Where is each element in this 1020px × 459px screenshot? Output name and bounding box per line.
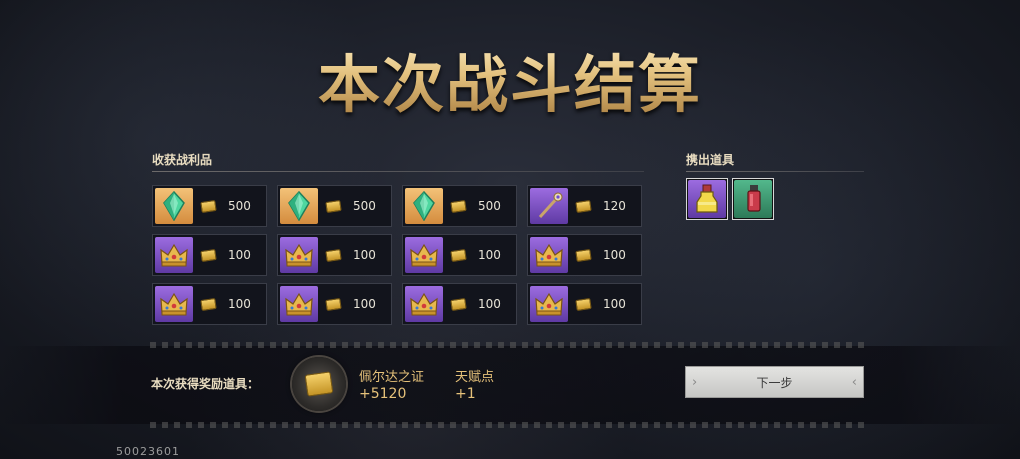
crown-icon bbox=[280, 286, 318, 322]
loot-amount: 100 bbox=[603, 248, 626, 262]
reward-value-2: +1 bbox=[455, 386, 476, 402]
loot-item[interactable]: 100 bbox=[402, 283, 517, 325]
ticket-icon bbox=[575, 199, 592, 213]
dropped-item[interactable] bbox=[686, 178, 728, 220]
dropped-divider bbox=[686, 171, 864, 172]
loot-item[interactable]: 120 bbox=[527, 185, 642, 227]
loot-item[interactable]: 100 bbox=[527, 234, 642, 276]
chevron-right-icon: › bbox=[692, 375, 698, 390]
potion-icon bbox=[688, 180, 726, 218]
loot-amount: 100 bbox=[353, 248, 376, 262]
ticket-icon bbox=[200, 199, 217, 213]
loot-divider bbox=[152, 171, 644, 172]
ticket-icon bbox=[325, 248, 342, 262]
reward-label: 本次获得奖励道具： bbox=[151, 377, 260, 391]
ticket-icon bbox=[325, 297, 342, 311]
loot-amount: 500 bbox=[228, 199, 251, 213]
ticket-icon bbox=[575, 297, 592, 311]
loot-item[interactable]: 100 bbox=[277, 283, 392, 325]
ticket-icon bbox=[200, 297, 217, 311]
loot-amount: 100 bbox=[228, 248, 251, 262]
dropped-item[interactable] bbox=[732, 178, 774, 220]
loot-amount: 100 bbox=[603, 297, 626, 311]
session-id: 50023601 bbox=[116, 445, 180, 458]
reward-value-1: +5120 bbox=[359, 386, 407, 402]
crown-icon bbox=[530, 286, 568, 322]
loot-amount: 100 bbox=[478, 248, 501, 262]
loot-amount: 500 bbox=[353, 199, 376, 213]
loot-amount: 500 bbox=[478, 199, 501, 213]
crown-icon bbox=[405, 286, 443, 322]
ticket-icon bbox=[450, 297, 467, 311]
ticket-icon bbox=[200, 248, 217, 262]
loot-item[interactable]: 500 bbox=[277, 185, 392, 227]
loot-amount: 120 bbox=[603, 199, 626, 213]
loot-item[interactable]: 100 bbox=[527, 283, 642, 325]
ticket-icon bbox=[450, 248, 467, 262]
band-bottom-border bbox=[150, 422, 870, 428]
page-title: 本次战斗结算 bbox=[0, 34, 1020, 124]
loot-item[interactable]: 100 bbox=[277, 234, 392, 276]
reward-medal-icon bbox=[292, 357, 346, 411]
crown-icon bbox=[405, 237, 443, 273]
crystal-icon bbox=[405, 188, 443, 224]
ticket-icon bbox=[575, 248, 592, 262]
reward-name-1: 佩尔达之证 bbox=[359, 370, 425, 385]
loot-grid: 500 500 500 120 100 100 100 100 100 100 100 100 bbox=[152, 185, 644, 325]
loot-amount: 100 bbox=[353, 297, 376, 311]
next-step-button[interactable]: › 下一步 ‹ bbox=[685, 366, 864, 398]
loot-item[interactable]: 500 bbox=[152, 185, 267, 227]
crown-icon bbox=[280, 237, 318, 273]
chevron-left-icon: ‹ bbox=[851, 375, 857, 390]
loot-amount: 100 bbox=[228, 297, 251, 311]
loot-item[interactable]: 100 bbox=[152, 283, 267, 325]
crown-icon bbox=[155, 237, 193, 273]
red-vial-icon bbox=[734, 180, 772, 218]
dropped-items bbox=[686, 178, 774, 220]
ticket-icon bbox=[304, 371, 334, 397]
loot-item[interactable]: 100 bbox=[402, 234, 517, 276]
loot-item[interactable]: 500 bbox=[402, 185, 517, 227]
ticket-icon bbox=[325, 199, 342, 213]
crystal-icon bbox=[155, 188, 193, 224]
loot-amount: 100 bbox=[478, 297, 501, 311]
crown-icon bbox=[155, 286, 193, 322]
crown-icon bbox=[530, 237, 568, 273]
staff-icon bbox=[530, 188, 568, 224]
crystal-icon bbox=[280, 188, 318, 224]
dropped-section-label: 携出道具 bbox=[686, 153, 735, 167]
loot-section-label: 收获战利品 bbox=[152, 153, 213, 167]
loot-item[interactable]: 100 bbox=[152, 234, 267, 276]
reward-name-2: 天赋点 bbox=[455, 370, 495, 385]
next-step-label: 下一步 bbox=[756, 375, 793, 390]
band-top-border bbox=[150, 342, 870, 348]
ticket-icon bbox=[450, 199, 467, 213]
